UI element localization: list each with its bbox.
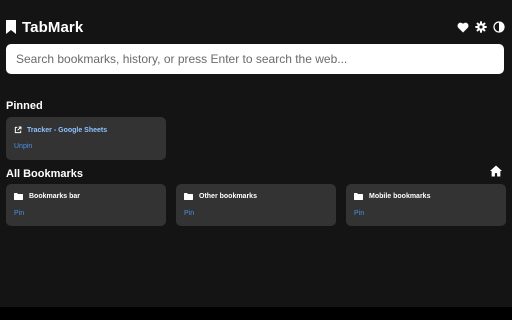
folder-card-title[interactable]: Other bookmarks	[199, 193, 257, 200]
pin-link[interactable]: Pin	[14, 210, 24, 217]
pinned-section-title: Pinned	[6, 100, 43, 112]
contrast-icon[interactable]	[492, 20, 506, 34]
pinned-card[interactable]: Tracker - Google Sheets Unpin	[6, 117, 166, 160]
folder-card-title[interactable]: Bookmarks bar	[29, 193, 80, 200]
header: TabMark	[6, 16, 506, 38]
gear-icon[interactable]	[474, 20, 488, 34]
bookmark-icon	[6, 20, 16, 34]
pin-link[interactable]: Pin	[184, 210, 194, 217]
home-icon[interactable]	[489, 165, 503, 177]
pin-link[interactable]: Pin	[354, 210, 364, 217]
search-bar	[6, 44, 504, 74]
folder-card-bookmarks-bar[interactable]: Bookmarks bar Pin	[6, 184, 166, 226]
heart-icon[interactable]	[456, 20, 470, 34]
folder-icon	[184, 193, 193, 200]
folder-card-other-bookmarks[interactable]: Other bookmarks Pin	[176, 184, 336, 226]
folder-card-title-row: Bookmarks bar	[14, 193, 80, 200]
folder-card-title-row: Mobile bookmarks	[354, 193, 430, 200]
folder-card-title[interactable]: Mobile bookmarks	[369, 193, 430, 200]
all-bookmarks-title: All Bookmarks	[6, 168, 84, 180]
search-input[interactable]	[6, 44, 504, 74]
pinned-card-title[interactable]: Tracker - Google Sheets	[27, 127, 107, 134]
external-link-icon	[14, 126, 22, 134]
folder-card-mobile-bookmarks[interactable]: Mobile bookmarks Pin	[346, 184, 506, 226]
app-title: TabMark	[22, 18, 84, 36]
folder-icon	[14, 193, 23, 200]
folder-icon	[354, 193, 363, 200]
header-icons	[456, 20, 506, 34]
bottom-bar	[0, 307, 512, 320]
folder-card-title-row: Other bookmarks	[184, 193, 257, 200]
pinned-card-title-row: Tracker - Google Sheets	[14, 126, 107, 134]
unpin-link[interactable]: Unpin	[14, 143, 32, 150]
